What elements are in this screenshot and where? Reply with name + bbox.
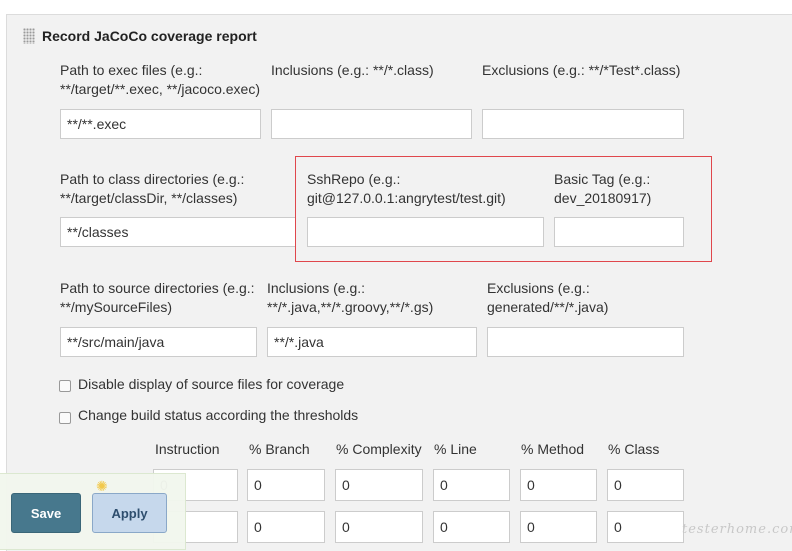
basic-tag-input[interactable] xyxy=(554,217,684,247)
change-status-label: Change build status according the thresh… xyxy=(78,407,359,423)
exec-path-label: Path to exec files (e.g.: **/target/**.ex… xyxy=(60,62,260,97)
ssh-repo-input[interactable] xyxy=(307,217,544,247)
source-dirs-label: Path to source directories (e.g.: **/mySo… xyxy=(60,280,255,315)
header-complexity: % Complexity xyxy=(336,441,422,457)
change-status-checkbox[interactable] xyxy=(59,412,71,424)
header-instruction: Instruction xyxy=(155,441,220,457)
inclusions-label: Inclusions (e.g.: **/*.class) xyxy=(271,62,434,78)
class-dirs-input[interactable] xyxy=(60,217,296,247)
exclusions-input[interactable] xyxy=(482,109,684,139)
threshold-complexity-1[interactable] xyxy=(335,469,423,501)
source-inclusions-label: Inclusions (e.g.: **/*.java,**/*.groovy,*… xyxy=(267,280,434,315)
source-exclusions-label: Exclusions (e.g.: generated/**/*.java) xyxy=(487,280,609,315)
threshold-method-1[interactable] xyxy=(520,469,597,501)
section-title: Record JaCoCo coverage report xyxy=(42,28,257,44)
threshold-method-2[interactable] xyxy=(520,511,597,543)
header-method: % Method xyxy=(521,441,585,457)
header-branch: % Branch xyxy=(249,441,310,457)
source-exclusions-input[interactable] xyxy=(487,327,684,357)
threshold-class-1[interactable] xyxy=(607,469,684,501)
source-dirs-input[interactable] xyxy=(60,327,257,357)
threshold-line-2[interactable] xyxy=(433,511,510,543)
ssh-repo-label: SshRepo (e.g.: git@127.0.0.1:angrytest/te… xyxy=(307,171,506,206)
class-dirs-label: Path to class directories (e.g.: **/targe… xyxy=(60,171,245,206)
apply-button[interactable]: Apply xyxy=(92,493,167,533)
disable-source-checkbox[interactable] xyxy=(59,380,71,392)
threshold-branch-1[interactable] xyxy=(247,469,325,501)
exec-path-input[interactable] xyxy=(60,109,261,139)
disable-source-label: Disable display of source files for cove… xyxy=(78,376,345,392)
save-button[interactable]: Save xyxy=(11,493,81,533)
threshold-complexity-2[interactable] xyxy=(335,511,423,543)
exclusions-label: Exclusions (e.g.: **/*Test*.class) xyxy=(482,62,681,78)
drag-handle-icon[interactable] xyxy=(23,28,35,44)
basic-tag-label: Basic Tag (e.g.: dev_20180917) xyxy=(554,171,652,206)
watermark: testerhome.com xyxy=(682,522,792,537)
header-line: % Line xyxy=(434,441,477,457)
threshold-class-2[interactable] xyxy=(607,511,684,543)
inclusions-input[interactable] xyxy=(271,109,472,139)
header-class: % Class xyxy=(608,441,660,457)
source-inclusions-input[interactable] xyxy=(267,327,477,357)
threshold-line-1[interactable] xyxy=(433,469,510,501)
threshold-branch-2[interactable] xyxy=(247,511,325,543)
